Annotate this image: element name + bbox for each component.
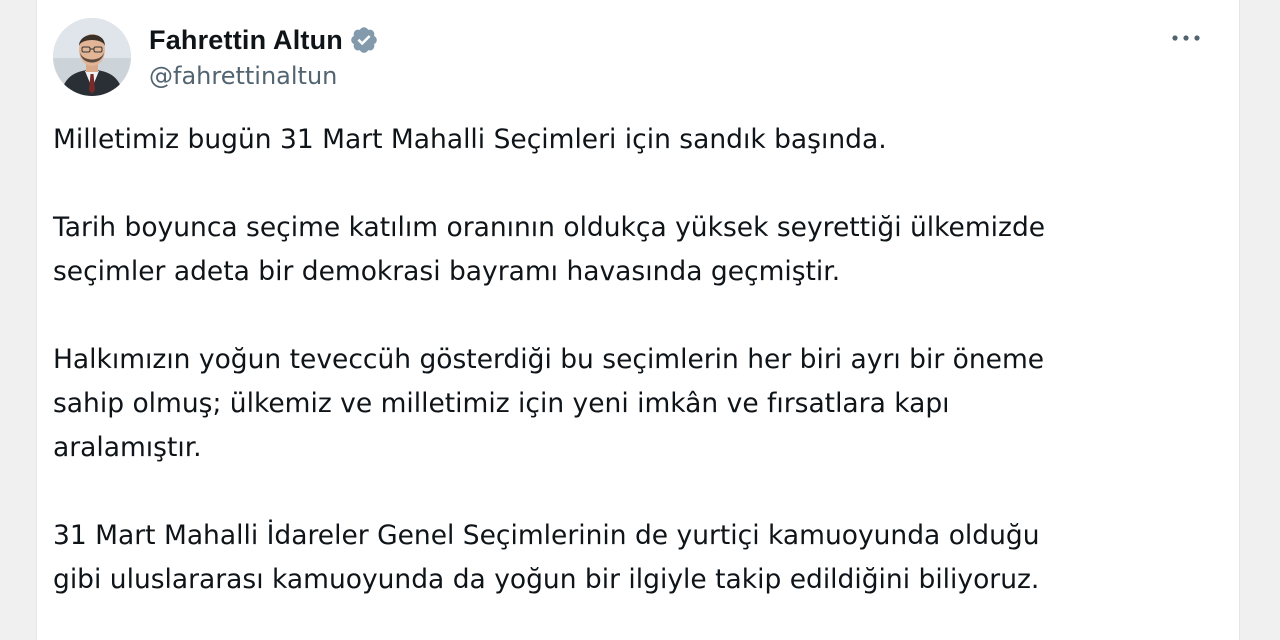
tweet-line: Milletimiz bugün 31 Mart Mahalli Seçimle… bbox=[53, 124, 887, 155]
avatar-photo bbox=[53, 18, 131, 96]
tweet-line: 31 Mart Mahalli İdareler Genel Seçimleri… bbox=[53, 520, 1040, 551]
tweet-line: Halkımızın yoğun teveccüh gösterdiği bu … bbox=[53, 344, 1045, 375]
display-name-row: Fahrettin Altun bbox=[149, 22, 379, 58]
tweet-paragraph: Milletimiz bugün 31 Mart Mahalli Seçimle… bbox=[53, 118, 1223, 162]
tweet-line: sahip olmuş; ülkemiz ve milletimiz için … bbox=[53, 388, 950, 419]
tweet-paragraph: Halkımızın yoğun teveccüh gösterdiği bu … bbox=[53, 338, 1223, 470]
tweet-text: Milletimiz bugün 31 Mart Mahalli Seçimle… bbox=[53, 118, 1223, 640]
tweet-paragraph: Tarih boyunca seçime katılım oranının ol… bbox=[53, 206, 1223, 294]
display-name[interactable]: Fahrettin Altun bbox=[149, 25, 343, 56]
author-handle[interactable]: @fahrettinaltun bbox=[149, 62, 379, 90]
avatar[interactable] bbox=[53, 18, 131, 96]
tweet-card: Fahrettin Altun @fahrettinaltun Milletim… bbox=[36, 0, 1240, 640]
author-block: Fahrettin Altun @fahrettinaltun bbox=[149, 22, 379, 90]
tweet-header: Fahrettin Altun @fahrettinaltun bbox=[53, 18, 379, 96]
tweet-paragraph: 31 Mart Mahalli İdareler Genel Seçimleri… bbox=[53, 514, 1223, 602]
tweet-line: seçimler adeta bir demokrasi bayramı hav… bbox=[53, 256, 841, 287]
verified-badge-icon[interactable] bbox=[349, 25, 379, 55]
tweet-line: gibi uluslararası kamuoyunda da yoğun bi… bbox=[53, 564, 1040, 595]
more-horizontal-icon[interactable] bbox=[1169, 26, 1203, 50]
tweet-line: Tarih boyunca seçime katılım oranının ol… bbox=[53, 212, 1046, 243]
tweet-line: aralamıştır. bbox=[53, 432, 202, 463]
